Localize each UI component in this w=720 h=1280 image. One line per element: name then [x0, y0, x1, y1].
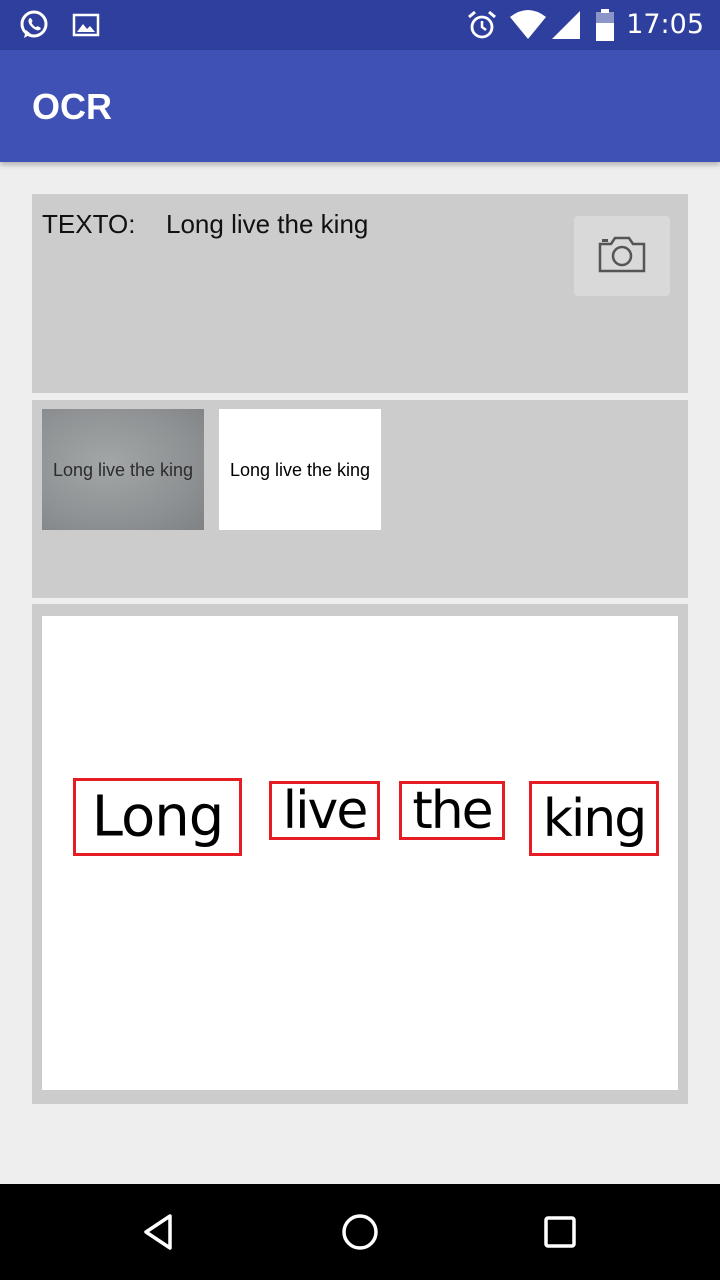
captured-photo-text: Long live the king	[52, 460, 194, 480]
whatsapp-icon	[20, 10, 48, 38]
word-box-live: live	[269, 781, 380, 840]
navigation-bar	[0, 1184, 720, 1280]
recents-icon[interactable]	[538, 1210, 582, 1254]
camera-icon	[598, 236, 646, 273]
result-panel: Long live the king	[32, 604, 688, 1104]
app-title: OCR	[32, 86, 112, 127]
word-the: the	[412, 781, 493, 840]
texto-label: TEXTO:	[42, 209, 136, 239]
home-icon[interactable]	[338, 1210, 382, 1254]
app-bar: OCR	[0, 50, 720, 162]
status-bar: 17:05	[0, 0, 720, 50]
word-long: Long	[91, 784, 225, 850]
battery-icon	[596, 9, 614, 41]
ocr-result-image: Long live the king	[42, 616, 678, 1090]
recognized-text-panel: TEXTO: Long live the king	[32, 194, 688, 393]
word-box-the: the	[399, 781, 505, 840]
back-icon[interactable]	[138, 1210, 182, 1254]
word-live: live	[282, 781, 369, 840]
thumbnails-panel: Long live the king Long live the king	[32, 400, 688, 598]
wifi-icon	[510, 10, 546, 39]
recognized-text: Long live the king	[166, 209, 369, 239]
processed-image-thumbnail[interactable]: Long live the king	[219, 409, 381, 530]
image-icon	[72, 13, 100, 37]
alarm-icon	[468, 10, 496, 39]
camera-button[interactable]	[574, 216, 670, 296]
word-box-king: king	[529, 781, 659, 856]
signal-icon	[552, 11, 580, 39]
status-time: 17:05	[626, 9, 704, 40]
processed-image-text: Long live the king	[229, 460, 371, 480]
word-box-long: Long	[73, 778, 242, 856]
word-king: king	[542, 788, 648, 849]
captured-photo-thumbnail[interactable]: Long live the king	[42, 409, 204, 530]
